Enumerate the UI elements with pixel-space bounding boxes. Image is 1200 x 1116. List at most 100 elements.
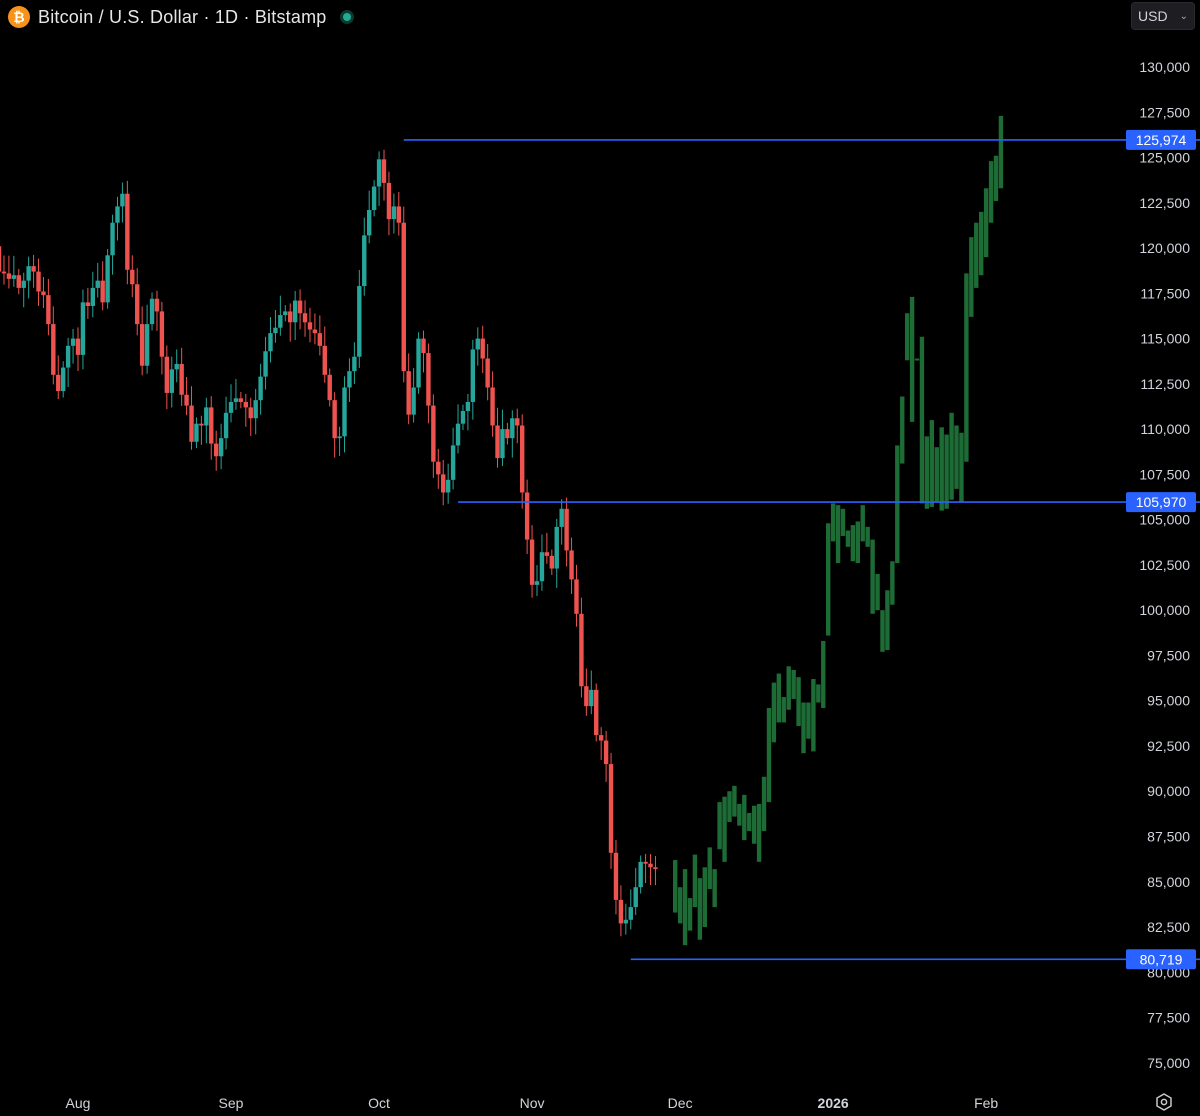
- candle-body: [312, 329, 318, 334]
- projection-bar: [885, 590, 890, 651]
- candle-body: [154, 298, 160, 312]
- candle: [381, 149, 387, 201]
- candle: [603, 730, 609, 782]
- candle: [75, 327, 81, 371]
- candle: [258, 363, 263, 415]
- candle: [51, 306, 56, 385]
- candle-body: [480, 338, 485, 359]
- candle-body: [80, 302, 86, 355]
- candle: [149, 292, 155, 331]
- chevron-down-icon: ⌄: [1179, 10, 1188, 22]
- candle: [421, 330, 426, 373]
- candle-body: [598, 735, 604, 741]
- y-tick-label: 122,500: [1139, 195, 1190, 211]
- candle-body: [307, 322, 313, 330]
- level-lines-layer[interactable]: 125,974 105,970 80,719: [403, 129, 1200, 970]
- market-status-icon: [340, 10, 355, 24]
- candle: [426, 343, 431, 424]
- projection-bar: [850, 525, 856, 562]
- candle: [228, 384, 234, 423]
- candle-body: [95, 280, 100, 288]
- candle: [159, 301, 165, 375]
- projection-bar: [742, 794, 747, 841]
- projection-bar: [865, 526, 870, 547]
- candle: [366, 190, 372, 244]
- candle: [248, 397, 253, 436]
- candle: [411, 368, 416, 423]
- projection-bar: [845, 530, 851, 547]
- candle-body: [238, 398, 244, 402]
- candle-body: [6, 273, 12, 279]
- candle: [564, 497, 569, 567]
- candle: [623, 903, 629, 935]
- candle: [638, 855, 643, 894]
- candle-body: [633, 887, 638, 908]
- candle-body: [164, 356, 170, 393]
- candle: [263, 336, 268, 390]
- projection-bar: [801, 702, 806, 754]
- settings-hexagon-icon[interactable]: [1152, 1090, 1176, 1114]
- candle: [544, 532, 550, 564]
- symbol-title[interactable]: Bitcoin / U.S. Dollar · 1D · Bitstamp: [38, 7, 326, 28]
- candle-body: [243, 401, 249, 408]
- candle-body: [381, 159, 387, 183]
- candle-body: [564, 508, 569, 551]
- projection-bar: [959, 432, 964, 502]
- candle-body: [36, 271, 41, 292]
- candle-body: [643, 861, 648, 864]
- projection-bar: [954, 425, 959, 489]
- price-axis[interactable]: 132,500130,000127,500125,000122,500120,0…: [1139, 14, 1190, 1071]
- candle-body: [327, 374, 332, 401]
- candle-body: [371, 186, 377, 211]
- candle-body: [431, 405, 436, 462]
- projection-bar: [909, 296, 915, 422]
- candle: [273, 309, 278, 343]
- projection-bar: [855, 521, 861, 564]
- projection-bar: [747, 812, 752, 832]
- candle-body: [144, 324, 150, 366]
- candle: [189, 386, 194, 450]
- candle-body: [139, 324, 145, 366]
- y-tick-label: 127,500: [1139, 104, 1190, 120]
- candle-body: [534, 581, 540, 585]
- candle: [608, 752, 614, 869]
- candle: [495, 407, 500, 468]
- candle-body: [105, 255, 110, 303]
- candle: [302, 300, 308, 337]
- candle-body: [544, 552, 550, 556]
- currency-selector[interactable]: USD ⌄: [1131, 2, 1195, 30]
- candle-body: [594, 689, 599, 736]
- candle: [307, 307, 313, 343]
- projection-bar: [756, 803, 762, 862]
- candle: [519, 414, 525, 509]
- projection-bar: [781, 697, 786, 723]
- price-chart[interactable]: 132,500130,000127,500125,000122,500120,0…: [0, 0, 1200, 1116]
- projection-bar: [919, 336, 925, 504]
- candle-body: [90, 287, 96, 306]
- candle: [65, 337, 71, 387]
- candle-body: [574, 579, 579, 614]
- x-tick-label: Oct: [368, 1095, 390, 1111]
- candle: [322, 326, 327, 383]
- candle: [292, 290, 298, 341]
- candle-body: [357, 286, 362, 357]
- projection-bar: [697, 878, 703, 940]
- candle-body: [648, 863, 653, 868]
- projection-bar: [840, 508, 846, 536]
- candle-body: [130, 269, 135, 285]
- time-axis[interactable]: Aug Sep Oct Nov Dec 2026 Feb: [66, 1095, 999, 1111]
- candle: [95, 262, 100, 298]
- candle-body: [263, 351, 268, 377]
- candle: [613, 839, 619, 915]
- candle: [618, 885, 624, 937]
- candle-body: [554, 526, 559, 569]
- candle: [268, 317, 273, 363]
- candle: [653, 856, 658, 886]
- candle: [204, 397, 209, 444]
- candle-body: [115, 206, 120, 223]
- projection-bar: [944, 434, 949, 509]
- candle-body: [539, 552, 545, 582]
- candle: [213, 430, 219, 471]
- projection-bar: [816, 684, 821, 703]
- candle-body: [495, 425, 500, 459]
